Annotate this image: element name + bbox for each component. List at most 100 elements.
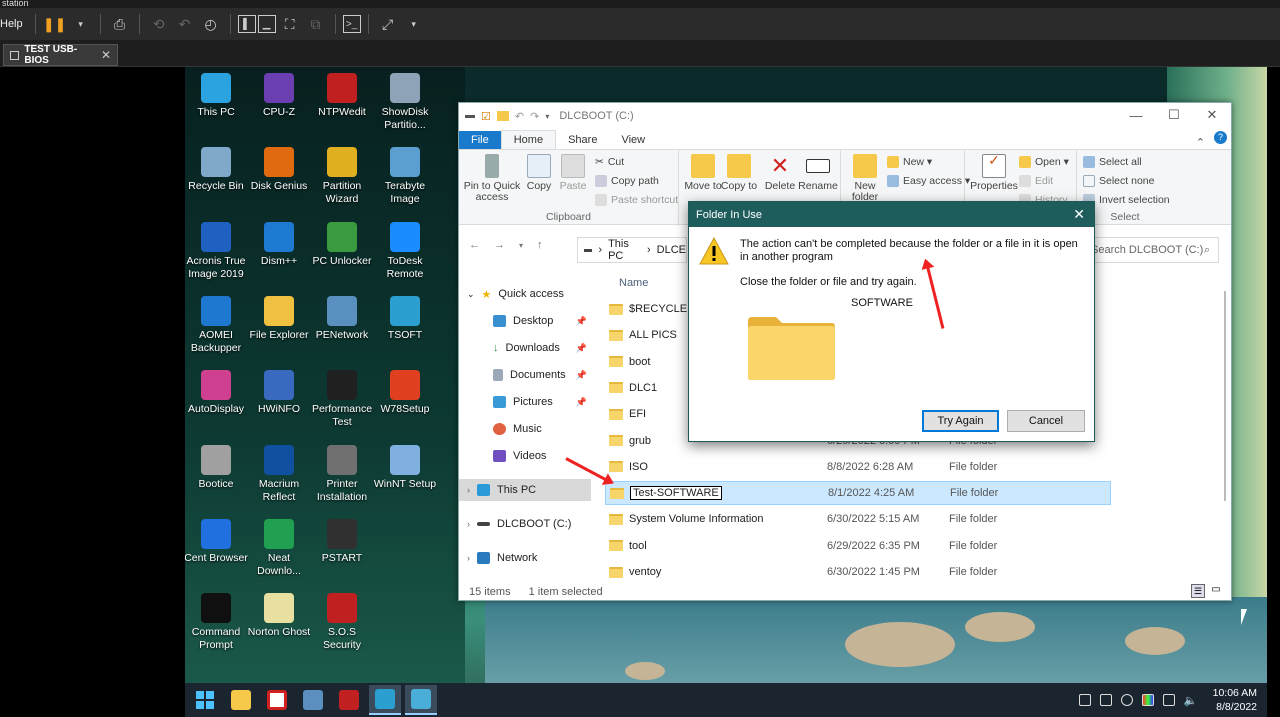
desktop-icon[interactable]: WinNT Setup bbox=[373, 444, 437, 491]
edit-button[interactable]: Edit bbox=[1019, 173, 1053, 189]
properties-icon[interactable]: ☑ bbox=[481, 110, 491, 123]
taskbar-app[interactable] bbox=[297, 685, 329, 715]
scrollbar-thumb[interactable] bbox=[1224, 291, 1226, 501]
chevron-down-icon[interactable]: ▾ bbox=[545, 112, 549, 121]
address-bar[interactable]: › This PC › DLCE bbox=[577, 237, 687, 263]
desktop-icon[interactable]: Printer Installation bbox=[310, 444, 374, 504]
nav-videos[interactable]: Videos bbox=[493, 445, 546, 467]
desktop-icon[interactable]: File Explorer bbox=[247, 295, 311, 342]
nav-network[interactable]: › Network bbox=[467, 547, 537, 569]
desktop-icon[interactable]: ShowDisk Partitio... bbox=[373, 73, 437, 132]
rename-input[interactable]: Test-SOFTWARE bbox=[630, 485, 722, 500]
fullscreen-icon[interactable]: ⛶ bbox=[278, 12, 302, 36]
details-view-icon[interactable]: ☰ bbox=[1191, 584, 1205, 598]
usb-icon[interactable] bbox=[1120, 694, 1133, 706]
desktop-icon[interactable]: Partition Wizard bbox=[310, 147, 374, 206]
display-icon[interactable] bbox=[1141, 694, 1154, 706]
taskbar-app[interactable] bbox=[333, 685, 365, 715]
desktop-icon[interactable]: Disk Genius bbox=[247, 147, 311, 193]
properties-button[interactable]: ✓ Properties bbox=[969, 153, 1019, 192]
new-folder-icon[interactable] bbox=[496, 111, 509, 121]
redo-icon[interactable]: ↷ bbox=[530, 110, 539, 123]
paste-button[interactable]: Paste bbox=[553, 154, 593, 192]
desktop-icon[interactable]: Neat Downlo... bbox=[247, 518, 311, 578]
tab-file[interactable]: File bbox=[459, 131, 501, 149]
tab-view[interactable]: View bbox=[609, 131, 657, 149]
table-row[interactable]: ventoy 6/30/2022 1:45 PM File folder bbox=[605, 560, 1111, 584]
close-icon[interactable]: ✕ bbox=[101, 48, 111, 62]
network-icon[interactable] bbox=[1078, 694, 1091, 706]
desktop-icon[interactable]: W78Setup bbox=[373, 370, 437, 416]
nav-this-pc[interactable]: › This PC bbox=[459, 479, 591, 501]
delete-button[interactable]: ✕ Delete bbox=[760, 154, 800, 192]
keyboard-icon[interactable] bbox=[1099, 694, 1112, 706]
unity-icon[interactable]: ⧉ bbox=[304, 12, 328, 36]
search-input[interactable]: Search DLCBOOT (C:) ⌕ bbox=[1084, 237, 1219, 263]
snapshot-manager-icon[interactable]: ◴ bbox=[199, 12, 223, 36]
revert-snapshot-icon[interactable]: ↶ bbox=[173, 12, 197, 36]
console-icon[interactable]: >_ bbox=[342, 15, 361, 33]
pin-icon[interactable]: 📌 bbox=[576, 397, 587, 408]
vm-tab[interactable]: TEST USB-BIOS ✕ bbox=[3, 44, 118, 66]
system-menu-icon[interactable] bbox=[465, 114, 475, 118]
forward-icon[interactable]: → bbox=[494, 239, 505, 251]
desktop-icon[interactable]: S.O.S Security bbox=[310, 593, 374, 652]
desktop-icon[interactable]: PENetwork bbox=[310, 295, 374, 342]
desktop-icon[interactable]: Command Prompt bbox=[185, 593, 248, 652]
desktop-icon[interactable]: Macrium Reflect bbox=[247, 444, 311, 504]
desktop-icon[interactable]: Norton Ghost bbox=[247, 593, 311, 639]
desktop-icon[interactable]: TSOFT bbox=[373, 295, 437, 342]
table-row[interactable]: tool 6/29/2022 6:35 PM File folder bbox=[605, 534, 1111, 558]
pin-icon[interactable]: 📌 bbox=[576, 370, 587, 381]
pin-to-quick-access-button[interactable]: Pin to Quick access bbox=[463, 154, 521, 203]
send-keys-icon[interactable]: ⎙ bbox=[108, 12, 132, 36]
stretch-icon[interactable]: ⤢ bbox=[376, 12, 400, 36]
undo-icon[interactable]: ↶ bbox=[515, 110, 524, 123]
desktop-icon[interactable]: PC Unlocker bbox=[310, 221, 374, 268]
open-button[interactable]: Open ▾ bbox=[1019, 154, 1069, 170]
table-row[interactable]: Test-SOFTWARE 8/1/2022 4:25 AM File folder bbox=[605, 481, 1111, 506]
desktop-icon[interactable]: AOMEI Backupper bbox=[185, 295, 248, 355]
desktop-icon[interactable]: Acronis True Image 2019 bbox=[185, 221, 248, 281]
new-item-button[interactable]: New ▾ bbox=[887, 154, 932, 170]
scrollbar[interactable] bbox=[1221, 281, 1229, 591]
table-row[interactable]: ISO 8/8/2022 6:28 AM File folder bbox=[605, 455, 1111, 479]
select-none-button[interactable]: Select none bbox=[1083, 173, 1154, 189]
column-header-name[interactable]: Name bbox=[619, 277, 648, 289]
desktop-icon[interactable]: CPU-Z bbox=[247, 73, 311, 119]
desktop-icon[interactable]: AutoDisplay bbox=[185, 370, 248, 416]
taskbar-window[interactable] bbox=[405, 685, 437, 715]
tab-home[interactable]: Home bbox=[500, 130, 557, 149]
maximize-icon[interactable]: ☐ bbox=[1155, 103, 1193, 127]
new-folder-button[interactable]: New folder bbox=[845, 154, 885, 203]
up-icon[interactable]: ↑ bbox=[537, 239, 543, 251]
snapshot-icon[interactable]: ⟲ bbox=[147, 12, 171, 36]
desktop-icon[interactable]: Performance Test bbox=[310, 370, 374, 429]
table-row[interactable]: System Volume Information 6/30/2022 5:15 … bbox=[605, 507, 1111, 531]
lan-icon[interactable] bbox=[1162, 694, 1175, 706]
desktop-icon[interactable]: PSTART bbox=[310, 518, 374, 565]
breadcrumb-drive[interactable]: DLCE bbox=[657, 244, 686, 256]
cut-button[interactable]: ✂ Cut bbox=[595, 154, 624, 170]
desktop-icon[interactable]: Recycle Bin bbox=[185, 147, 248, 193]
copy-to-button[interactable]: Copy to bbox=[719, 154, 759, 192]
select-all-button[interactable]: Select all bbox=[1083, 154, 1142, 170]
volume-icon[interactable]: 🔈 bbox=[1184, 694, 1198, 707]
pin-icon[interactable]: 📌 bbox=[576, 343, 587, 354]
nav-desktop[interactable]: Desktop 📌 bbox=[493, 310, 593, 332]
try-again-button[interactable]: Try Again bbox=[922, 410, 999, 432]
chevron-down-icon[interactable]: ▾ bbox=[402, 12, 426, 36]
sidebar-toggle-icon[interactable]: ▌ bbox=[237, 15, 256, 33]
large-icons-view-icon[interactable]: ▭ bbox=[1209, 584, 1223, 598]
clock[interactable]: 10:06 AM 8/8/2022 bbox=[1213, 686, 1257, 714]
close-icon[interactable]: ✕ bbox=[1073, 206, 1085, 223]
thumbnail-bar-icon[interactable]: ▁ bbox=[257, 15, 276, 33]
move-to-button[interactable]: Move to bbox=[683, 154, 723, 192]
help-menu[interactable]: Help bbox=[0, 18, 29, 30]
taskbar-app[interactable] bbox=[261, 685, 293, 715]
chevron-down-icon[interactable]: ▾ bbox=[69, 12, 93, 36]
desktop-icon[interactable]: Dism++ bbox=[247, 221, 311, 268]
cancel-button[interactable]: Cancel bbox=[1007, 410, 1085, 432]
pause-icon[interactable]: ❚❚ bbox=[43, 12, 67, 36]
rename-button[interactable]: Rename bbox=[798, 154, 838, 192]
